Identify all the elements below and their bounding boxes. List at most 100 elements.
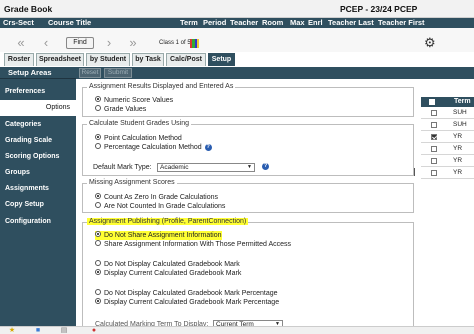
row-checkbox[interactable] xyxy=(431,146,437,152)
select-all-checkbox[interactable] xyxy=(429,99,435,105)
table-row: YR xyxy=(421,167,474,179)
reset-button[interactable]: Reset xyxy=(79,68,101,78)
star-icon[interactable]: ★ xyxy=(8,327,16,334)
radio-icon[interactable] xyxy=(95,240,101,247)
do-not-display-mark-label: Do Not Display Calculated Gradebook Mark xyxy=(104,261,240,268)
radio-icon[interactable] xyxy=(95,289,101,296)
term-value: YR xyxy=(453,133,463,140)
numeric-score-label: Numeric Score Values xyxy=(104,97,174,104)
term-value: YR xyxy=(453,145,463,152)
calc-group-legend: Calculate Student Grades Using xyxy=(87,120,191,127)
do-not-display-percentage-option[interactable]: Do Not Display Calculated Gradebook Mark… xyxy=(95,289,278,298)
radio-selected-icon[interactable] xyxy=(95,269,101,276)
column-header-term[interactable]: Term xyxy=(180,18,198,27)
submit-button[interactable]: Submit xyxy=(104,68,132,78)
radio-icon[interactable] xyxy=(95,260,101,267)
percentage-calculation-label: Percentage Calculation Method xyxy=(104,144,202,151)
class-colors-icon[interactable] xyxy=(190,39,199,48)
setup-areas-sidebar: Setup Areas Preferences Options Categori… xyxy=(0,67,76,334)
row-checkbox[interactable] xyxy=(431,122,437,128)
period-title: PCEP - 23/24 PCEP xyxy=(340,4,418,14)
not-counted-label: Are Not Counted In Grade Calculations xyxy=(104,203,226,210)
last-class-icon[interactable]: » xyxy=(127,36,139,49)
do-not-share-option[interactable]: Do Not Share Assignment Information xyxy=(95,231,222,240)
display-percentage-label: Display Current Calculated Gradebook Mar… xyxy=(104,299,280,306)
term-panel: Term SUH SUH YR YR YR YR xyxy=(421,79,474,334)
row-checkbox[interactable] xyxy=(431,158,437,164)
class-indicator: Class 1 of 5 xyxy=(159,40,191,46)
tab-calc-post[interactable]: Calc/Post xyxy=(166,53,206,66)
point-calculation-label: Point Calculation Method xyxy=(104,135,182,142)
sidebar-item-categories[interactable]: Categories xyxy=(0,117,76,133)
column-header-period[interactable]: Period xyxy=(203,18,226,27)
setup-toolbar: Reset Submit xyxy=(76,67,474,79)
tab-by-student[interactable]: by Student xyxy=(86,53,130,66)
percentage-calculation-option[interactable]: Percentage Calculation Method? xyxy=(95,143,212,152)
point-calculation-option[interactable]: Point Calculation Method xyxy=(95,134,182,143)
share-assignment-option[interactable]: Share Assignment Information With Those … xyxy=(95,240,291,249)
term-table-header: Term xyxy=(421,97,474,107)
column-header-teacher[interactable]: Teacher xyxy=(230,18,258,27)
gear-icon[interactable]: ⚙ xyxy=(424,36,437,49)
help-icon[interactable]: ● xyxy=(90,327,98,334)
sidebar-item-groups[interactable]: Groups xyxy=(0,165,76,181)
sidebar-item-preferences[interactable]: Preferences xyxy=(0,84,76,100)
sidebar-item-configuration[interactable]: Configuration xyxy=(0,214,76,230)
share-assignment-label: Share Assignment Information With Those … xyxy=(104,241,292,248)
grade-values-option[interactable]: Grade Values xyxy=(95,105,146,114)
column-header-teacher-last[interactable]: Teacher Last xyxy=(328,18,374,27)
column-header-max[interactable]: Max xyxy=(290,18,305,27)
sidebar-item-grading-scale[interactable]: Grading Scale xyxy=(0,133,76,149)
next-class-icon[interactable]: › xyxy=(103,36,115,49)
row-checkbox[interactable] xyxy=(431,110,437,116)
column-header-crs-sect[interactable]: Crs-Sect xyxy=(3,18,34,27)
radio-icon[interactable] xyxy=(95,105,101,112)
column-header-room[interactable]: Room xyxy=(262,18,283,27)
default-mark-type-select[interactable]: Academic ▼ xyxy=(157,163,255,172)
sidebar-item-options[interactable]: Options xyxy=(0,100,76,116)
radio-icon[interactable] xyxy=(95,143,101,150)
count-as-zero-option[interactable]: Count As Zero In Grade Calculations xyxy=(95,193,218,202)
row-checkbox[interactable] xyxy=(431,170,437,176)
chevron-down-icon: ▼ xyxy=(247,164,252,170)
table-row: SUH xyxy=(421,119,474,131)
class-column-headers: Crs-Sect Course Title Term Period Teache… xyxy=(0,18,474,28)
tab-bar: Roster Spreadsheet by Student by Task Ca… xyxy=(0,52,474,66)
radio-selected-icon[interactable] xyxy=(95,193,101,200)
radio-icon[interactable] xyxy=(95,202,101,209)
numeric-score-option[interactable]: Numeric Score Values xyxy=(95,96,173,105)
column-header-enrl[interactable]: Enrl xyxy=(308,18,323,27)
display-percentage-option[interactable]: Display Current Calculated Gradebook Mar… xyxy=(95,298,279,307)
sidebar-item-copy-setup[interactable]: Copy Setup xyxy=(0,197,76,213)
previous-class-icon[interactable]: ‹ xyxy=(40,36,52,49)
help-icon[interactable]: ? xyxy=(204,143,212,151)
do-not-display-mark-option[interactable]: Do Not Display Calculated Gradebook Mark xyxy=(95,260,240,269)
table-row: SUH xyxy=(421,107,474,119)
radio-selected-icon[interactable] xyxy=(95,231,101,238)
display-mark-label: Display Current Calculated Gradebook Mar… xyxy=(104,270,242,277)
not-counted-option[interactable]: Are Not Counted In Grade Calculations xyxy=(95,202,225,211)
radio-selected-icon[interactable] xyxy=(95,298,101,305)
tab-roster[interactable]: Roster xyxy=(4,53,34,66)
print-icon[interactable]: ▤ xyxy=(60,327,68,334)
tab-by-task[interactable]: by Task xyxy=(132,53,164,66)
display-mark-option[interactable]: Display Current Calculated Gradebook Mar… xyxy=(95,269,241,278)
missing-scores-group: Missing Assignment Scores Count As Zero … xyxy=(82,179,414,213)
missing-group-legend: Missing Assignment Scores xyxy=(87,179,177,186)
term-value: SUH xyxy=(453,121,467,128)
radio-selected-icon[interactable] xyxy=(95,134,101,141)
column-header-course-title[interactable]: Course Title xyxy=(48,18,91,27)
app-icon[interactable]: ■ xyxy=(34,327,42,334)
sidebar-item-assignments[interactable]: Assignments xyxy=(0,181,76,197)
row-checkbox[interactable] xyxy=(431,134,437,140)
tab-setup[interactable]: Setup xyxy=(208,53,235,66)
sidebar-header: Setup Areas xyxy=(0,67,76,79)
help-icon[interactable]: ? xyxy=(262,163,269,170)
app-title: Grade Book xyxy=(4,4,53,14)
column-header-teacher-first[interactable]: Teacher First xyxy=(378,18,425,27)
sidebar-item-scoring-options[interactable]: Scoring Options xyxy=(0,149,76,165)
tab-spreadsheet[interactable]: Spreadsheet xyxy=(36,53,84,66)
find-button[interactable]: Find xyxy=(66,37,94,49)
first-class-icon[interactable]: « xyxy=(15,36,27,49)
radio-selected-icon[interactable] xyxy=(95,96,101,103)
